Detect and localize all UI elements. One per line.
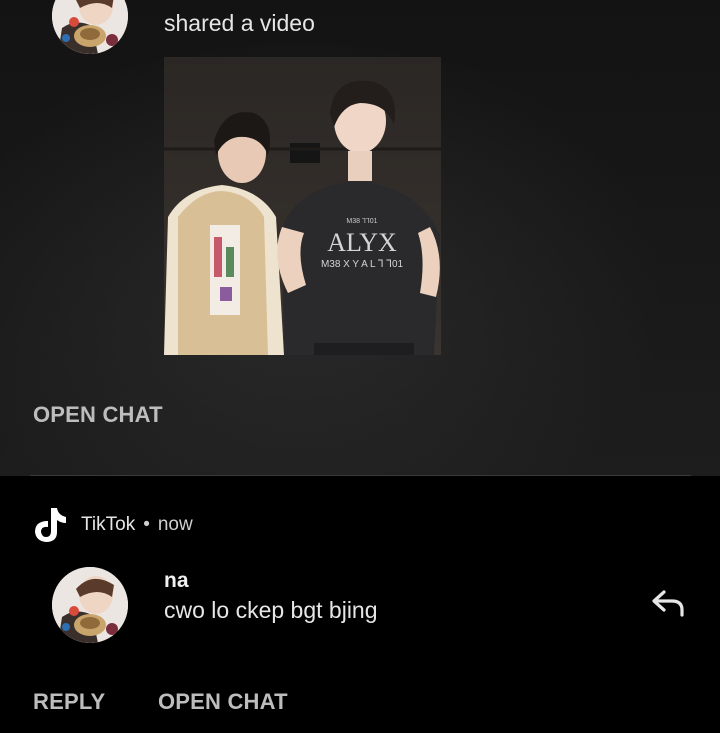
shared-video-notification[interactable]: shared a video M38 ⅂⅂01 ALYX M38 X Y A L… <box>0 0 720 476</box>
sender-name: na <box>164 569 189 592</box>
divider <box>30 475 691 476</box>
open-chat-button[interactable]: OPEN CHAT <box>33 402 163 428</box>
reply-button[interactable]: REPLY <box>33 689 105 715</box>
reply-arrow-icon[interactable] <box>650 588 686 618</box>
avatar <box>52 567 128 643</box>
video-thumbnail[interactable]: M38 ⅂⅂01 ALYX M38 X Y A L ⅂ ⅂01 <box>164 57 441 355</box>
timestamp: now <box>157 514 193 535</box>
open-chat-button[interactable]: OPEN CHAT <box>158 689 288 715</box>
notification-shade: shared a video M38 ⅂⅂01 ALYX M38 X Y A L… <box>0 0 720 733</box>
tiktok-icon <box>35 508 66 542</box>
shirt-brand-text: ALYX <box>327 228 397 257</box>
notification-header: TikTok • now <box>33 506 193 544</box>
video-thumbnail-image: M38 ⅂⅂01 ALYX M38 X Y A L ⅂ ⅂01 <box>164 57 441 355</box>
message-text: cwo lo ckep bgt bjing <box>164 597 378 623</box>
app-name: TikTok <box>81 514 136 535</box>
shirt-text: M38 ⅂⅂01 <box>346 218 377 225</box>
shirt-text: M38 X Y A L ⅂ ⅂01 <box>321 259 404 270</box>
separator: • <box>143 514 150 535</box>
notification-text: shared a video <box>164 10 315 36</box>
